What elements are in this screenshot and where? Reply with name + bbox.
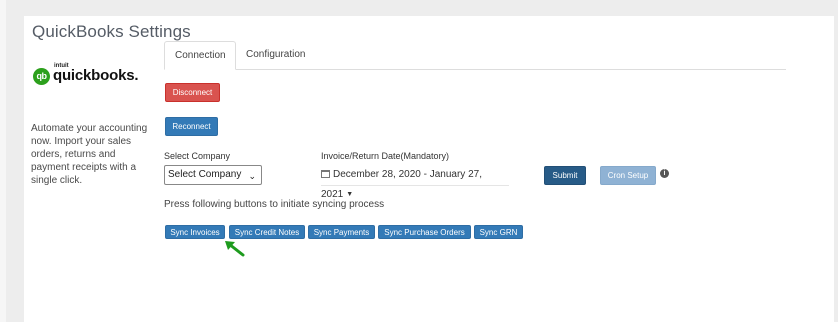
logo-brand-text: quickbooks. <box>53 67 139 84</box>
sync-payments-button[interactable]: Sync Payments <box>308 225 375 239</box>
page-title: QuickBooks Settings <box>32 22 191 41</box>
date-range-picker[interactable]: December 28, 2020 - January 27, 2021 ▼ <box>321 165 509 200</box>
info-icon[interactable]: i <box>660 169 669 178</box>
cron-setup-button[interactable]: Cron Setup <box>600 166 656 185</box>
quickbooks-logo: qb intuit quickbooks. <box>33 63 139 87</box>
chevron-down-icon: ⌄ <box>248 171 256 181</box>
settings-tabs: Connection Configuration <box>164 41 786 70</box>
integration-description: Automate your accounting now. Import you… <box>31 123 148 186</box>
quickbooks-logo-icon: qb <box>33 67 50 85</box>
date-range-label: Invoice/Return Date(Mandatory) <box>321 151 450 161</box>
company-select[interactable]: Select Company ⌄ <box>164 165 262 185</box>
page-edge <box>0 0 6 322</box>
arrow-icon <box>225 241 245 257</box>
submit-button[interactable]: Submit <box>544 166 586 185</box>
sync-credit-notes-button[interactable]: Sync Credit Notes <box>229 225 305 239</box>
disconnect-button[interactable]: Disconnect <box>165 83 220 102</box>
tab-configuration[interactable]: Configuration <box>236 41 315 69</box>
caret-down-icon: ▼ <box>346 191 354 198</box>
sync-instructions: Press following buttons to initiate sync… <box>164 199 385 210</box>
sync-invoices-button[interactable]: Sync Invoices <box>165 225 225 239</box>
sync-grn-button[interactable]: Sync GRN <box>474 225 523 239</box>
tab-connection[interactable]: Connection <box>164 41 236 70</box>
logo-intuit-text: intuit <box>54 63 69 69</box>
sync-purchase-orders-button[interactable]: Sync Purchase Orders <box>378 225 471 239</box>
select-company-label: Select Company <box>164 151 231 161</box>
company-select-value: Select Company <box>168 169 242 180</box>
calendar-icon <box>321 170 330 178</box>
settings-panel: QuickBooks Settings qb intuit quickbooks… <box>24 16 834 322</box>
reconnect-button[interactable]: Reconnect <box>165 117 218 136</box>
